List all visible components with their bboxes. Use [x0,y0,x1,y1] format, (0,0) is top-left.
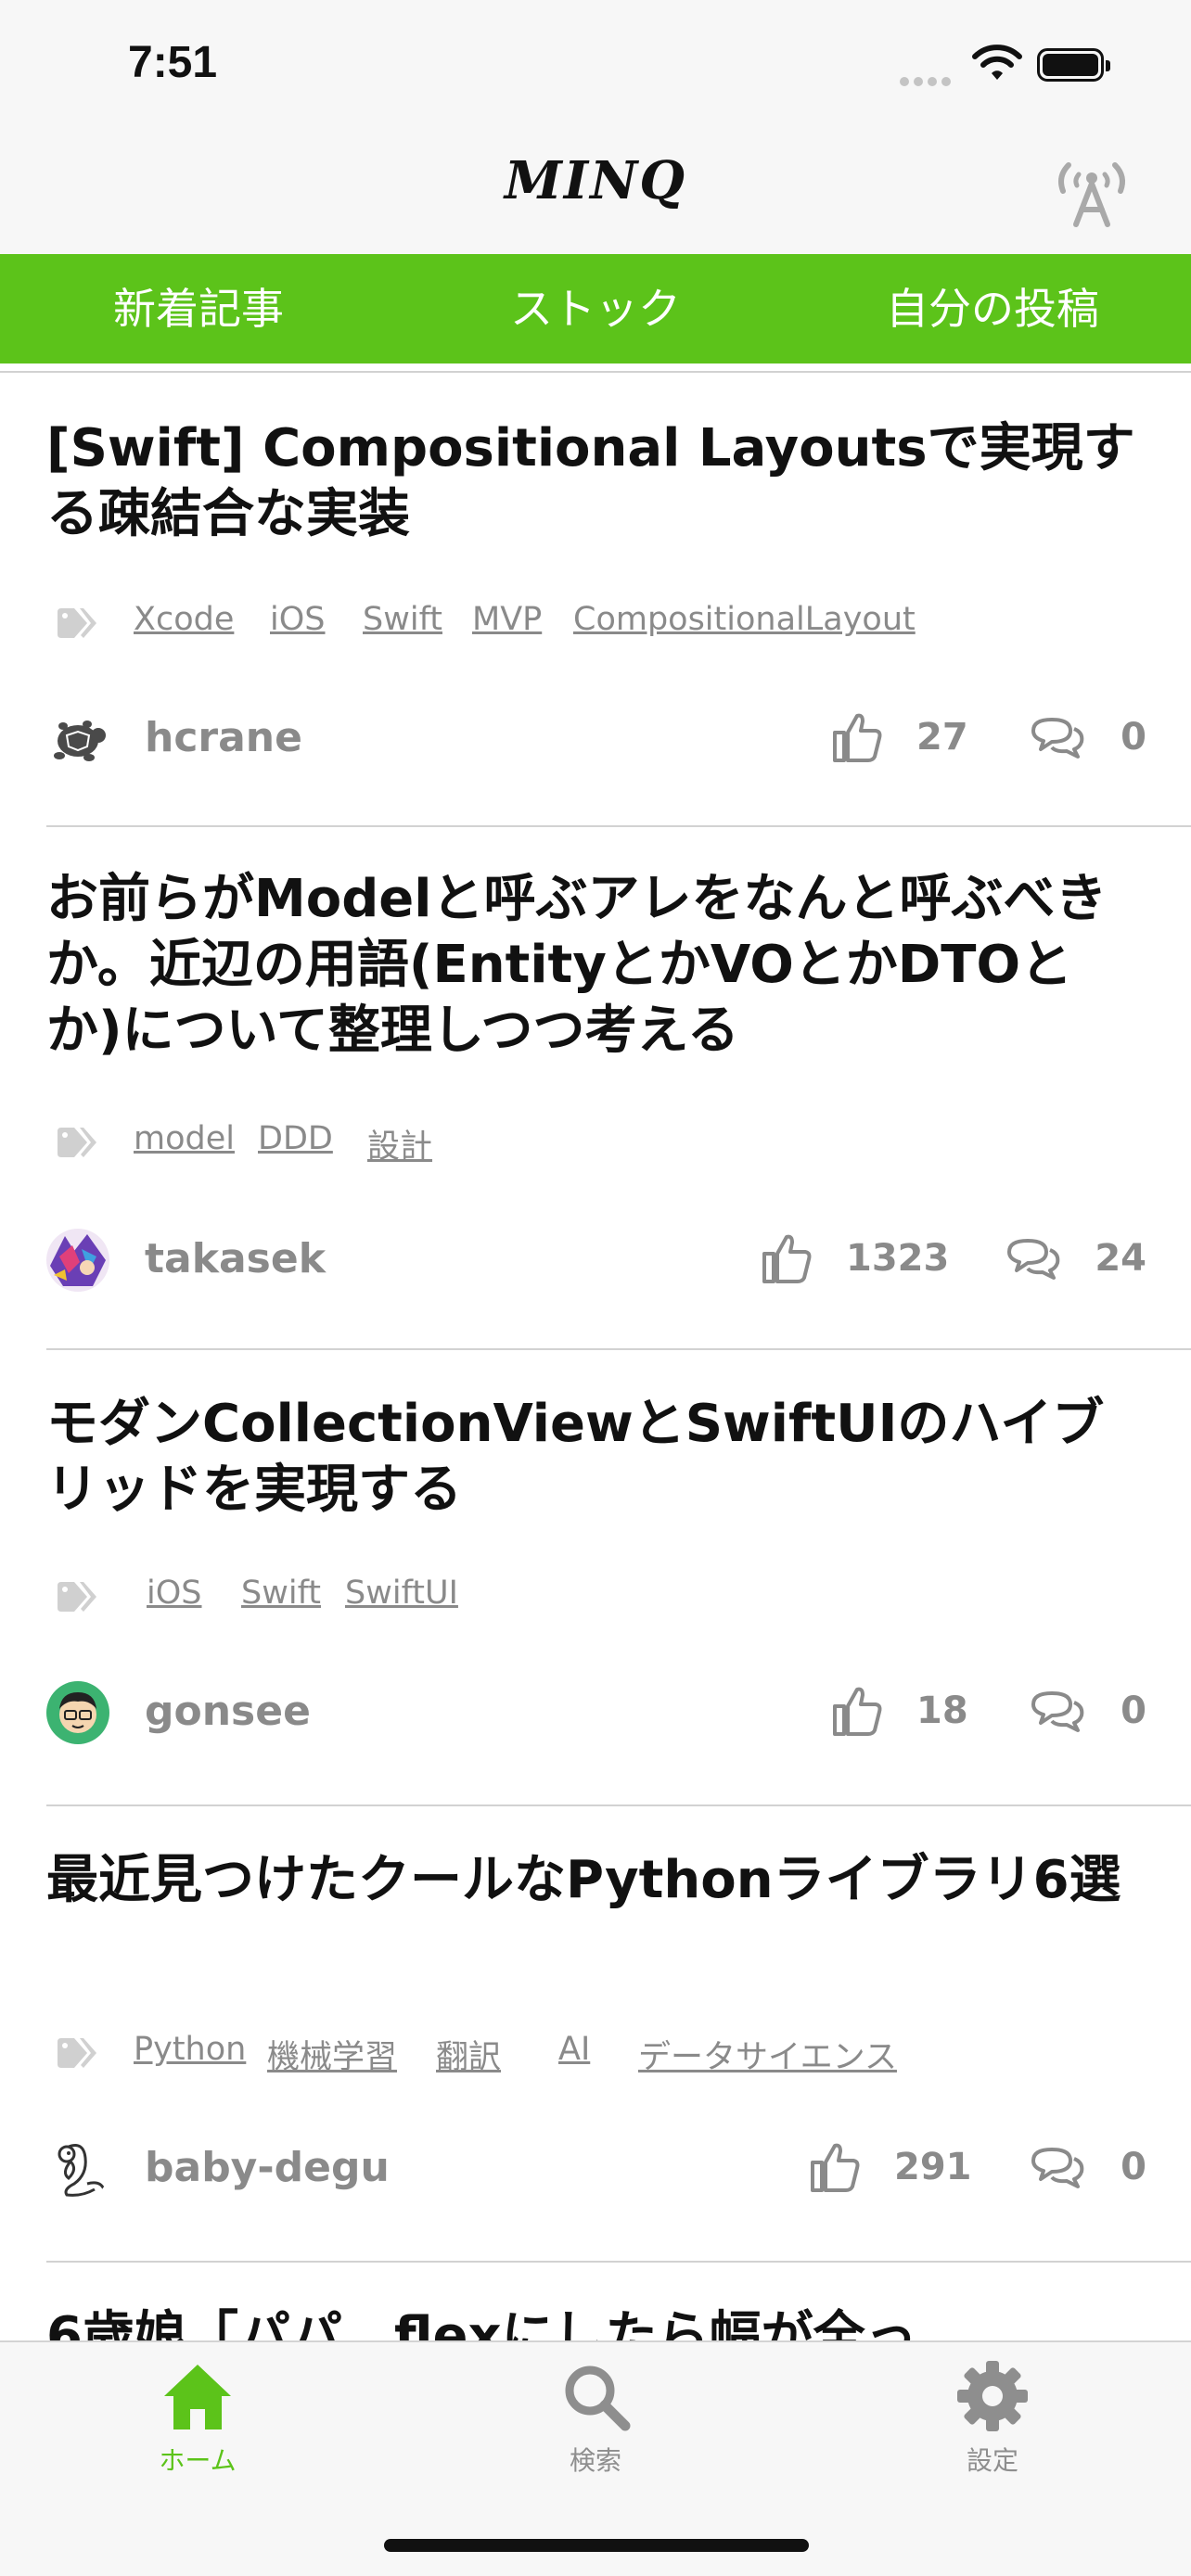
tag-link[interactable]: Xcode [134,601,234,638]
like-count: 27 [916,716,968,759]
tag-link[interactable]: 機械学習 [267,2031,397,2078]
avatar[interactable] [46,1681,109,1744]
like-icon[interactable] [831,710,883,764]
top-tab-strip: 新着記事 ストック 自分の投稿 [0,254,1191,363]
author-name[interactable]: takasek [145,1235,326,1282]
tab-new-articles[interactable]: 新着記事 [0,254,397,363]
search-icon [565,2366,631,2431]
tag-link[interactable]: Swift [241,1575,321,1612]
article-title[interactable]: 6歳娘「パパ、flexにしたら幅が全っ [46,2303,1141,2340]
comment-count: 0 [1121,2146,1146,2188]
like-count: 1323 [846,1237,950,1280]
divider [46,2261,1191,2263]
like-icon[interactable] [761,1231,813,1285]
article-meta: takasek 1323 24 [0,1218,1191,1302]
comment-count: 24 [1095,1237,1146,1280]
tag-icon [58,2038,96,2068]
comment-count: 0 [1121,1690,1146,1732]
status-bar: 7:51 [0,0,1191,130]
article-meta: gonsee 18 0 [0,1671,1191,1754]
status-time: 7:51 [128,38,218,87]
author-name[interactable]: baby-degu [145,2144,390,2191]
tab-my-posts[interactable]: 自分の投稿 [794,254,1191,363]
wifi-icon [972,45,1022,80]
article-title[interactable]: お前らがModelと呼ぶアレをなんと呼ぶべきか。近辺の用語(EntityとかVO… [46,866,1141,1064]
tag-link[interactable]: データサイエンス [638,2031,897,2078]
tag-link[interactable]: Swift [363,601,442,638]
gear-icon [957,2361,1028,2431]
tag-link[interactable]: MVP [472,601,542,638]
nav-bar: MINQ [0,130,1191,254]
article-title[interactable]: モダンCollectionViewとSwiftUIのハイブリッドを実現する [46,1391,1141,1523]
tag-link[interactable]: DDD [258,1120,333,1157]
avatar[interactable] [46,2137,109,2200]
divider [46,825,1191,827]
divider [46,1348,1191,1350]
home-icon [164,2365,231,2429]
like-icon[interactable] [809,2140,861,2194]
tag-link[interactable]: CompositionalLayout [573,601,916,638]
like-count: 18 [916,1690,968,1732]
avatar[interactable] [46,1229,109,1292]
tag-link[interactable]: SwiftUI [345,1575,458,1612]
tag-link[interactable]: iOS [147,1575,202,1612]
antenna-icon[interactable] [1048,156,1135,228]
tag-link[interactable]: 翻訳 [436,2031,501,2078]
avatar[interactable] [46,708,109,771]
article-feed[interactable]: [Swift] Compositional Layoutsで実現する疎結合な実装… [0,363,1191,2340]
tab-label: ホーム [159,2445,237,2476]
like-count: 291 [894,2146,972,2188]
tag-icon [58,1128,96,1157]
comment-icon[interactable] [1028,1688,1087,1736]
like-icon[interactable] [831,1684,883,1738]
tab-search[interactable]: 検索 [503,2361,688,2478]
comment-icon[interactable] [1028,714,1087,762]
tag-link[interactable]: 設計 [367,1120,432,1167]
tag-icon [58,608,96,638]
battery-icon [1037,48,1110,82]
comment-icon[interactable] [1004,1235,1063,1283]
tab-settings[interactable]: 設定 [900,2361,1085,2478]
article-title[interactable]: [Swift] Compositional Layoutsで実現する疎結合な実装 [46,415,1141,547]
tag-link[interactable]: model [134,1120,235,1157]
tag-link[interactable]: Python [134,2031,246,2068]
tag-link[interactable]: iOS [270,601,326,638]
tab-home[interactable]: ホーム [105,2361,290,2478]
home-indicator[interactable] [384,2539,809,2552]
comment-count: 0 [1121,716,1146,759]
divider [0,371,1191,373]
author-name[interactable]: gonsee [145,1688,311,1735]
app-logo: MINQ [504,150,687,211]
tab-label: 設定 [966,2445,1018,2476]
article-meta: hcrane 27 0 [0,697,1191,781]
comment-icon[interactable] [1028,2144,1087,2192]
tag-link[interactable]: AI [558,2031,590,2068]
author-name[interactable]: hcrane [145,714,302,761]
tag-icon [58,1582,96,1612]
tab-label: 検索 [569,2445,621,2476]
cellular-signal-icon [900,72,957,86]
article-meta: baby-degu 291 0 [0,2127,1191,2211]
divider [46,1804,1191,1806]
article-title[interactable]: 最近見つけたクールなPythonライブラリ6選 [46,1847,1141,1913]
tab-stock[interactable]: ストック [397,254,794,363]
